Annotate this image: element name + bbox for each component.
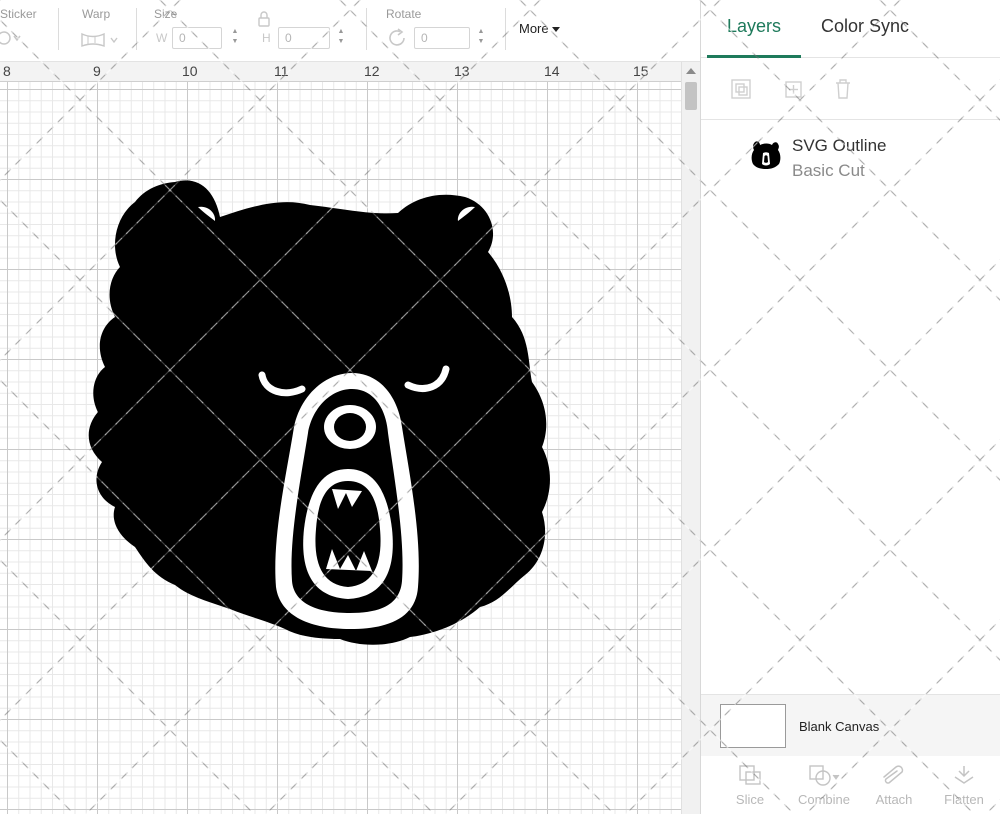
ruler-label: 15	[633, 63, 649, 79]
design-canvas[interactable]	[0, 82, 681, 814]
height-prefix: H	[262, 31, 271, 45]
ruler-label: 8	[3, 63, 11, 79]
width-input[interactable]: 0	[172, 27, 222, 49]
slice-button[interactable]: Slice	[715, 763, 785, 813]
height-stepper[interactable]: ▲ ▼	[334, 27, 348, 49]
bottom-actions-bar: Slice Combine Attach Flatten	[701, 757, 1000, 814]
layer-actions-bar	[701, 60, 1000, 120]
blank-canvas-row: Blank Canvas	[701, 694, 1000, 756]
lock-icon[interactable]	[257, 11, 271, 27]
sticker-label: Sticker	[0, 7, 37, 21]
warp-label: Warp	[82, 7, 111, 21]
toolbar-divider	[58, 8, 59, 50]
layer-operation: Basic Cut	[792, 161, 865, 180]
panel-tabs: Layers Color Sync	[701, 0, 1000, 58]
attach-label: Attach	[875, 792, 913, 807]
horizontal-ruler: 8 9 10 11 12 13 14 15	[0, 62, 681, 82]
group-icon[interactable]	[729, 77, 753, 101]
more-label: More	[519, 21, 549, 36]
scrollbar-thumb[interactable]	[685, 82, 697, 110]
toolbar-divider	[366, 8, 367, 50]
width-stepper[interactable]: ▲ ▼	[228, 27, 242, 49]
rotate-stepper[interactable]: ▲ ▼	[474, 27, 488, 49]
ruler-label: 11	[274, 63, 289, 79]
ruler-label: 9	[93, 63, 101, 79]
flatten-label: Flatten	[944, 792, 984, 807]
combine-icon	[809, 765, 840, 786]
ruler-label: 13	[454, 63, 470, 79]
delete-icon[interactable]	[831, 77, 855, 101]
duplicate-icon[interactable]	[781, 77, 805, 101]
slice-label: Slice	[735, 792, 765, 807]
tab-layers[interactable]: Layers	[727, 16, 781, 37]
sticker-toggle-icon[interactable]	[0, 30, 22, 46]
rotate-icon[interactable]	[386, 27, 408, 49]
tab-color-sync[interactable]: Color Sync	[821, 16, 909, 37]
size-label: Size	[154, 7, 178, 21]
toolbar-divider	[505, 8, 506, 50]
scroll-up-arrow-icon[interactable]	[686, 68, 696, 74]
caret-down-icon	[551, 27, 560, 33]
flatten-button[interactable]: Flatten	[929, 763, 999, 813]
attach-button[interactable]: Attach	[859, 763, 929, 813]
height-input[interactable]: 0	[278, 27, 330, 49]
blank-canvas-label: Blank Canvas	[799, 719, 880, 734]
layer-item[interactable]: SVG Outline Basic Cut	[701, 128, 1000, 188]
ruler-label: 12	[364, 63, 380, 79]
bear-head-design[interactable]	[80, 177, 630, 647]
ruler-label: 14	[544, 63, 560, 79]
layers-panel: Layers Color Sync SVG Outline Basic Cut …	[700, 0, 1000, 814]
vertical-scrollbar[interactable]	[681, 62, 700, 814]
toolbar-divider	[136, 8, 137, 50]
more-button[interactable]: More	[519, 21, 560, 36]
blank-canvas-swatch[interactable]	[720, 704, 786, 748]
slice-icon	[739, 765, 761, 785]
layer-thumbnail-bear-icon	[751, 141, 781, 169]
width-prefix: W	[156, 31, 168, 45]
ruler-label: 10	[182, 63, 198, 79]
rotate-label: Rotate	[386, 7, 422, 21]
paperclip-icon	[883, 765, 904, 784]
combine-button[interactable]: Combine	[789, 763, 859, 813]
active-tab-indicator	[707, 55, 801, 58]
edit-toolbar: Sticker Warp Size W 0 ▲▼ H 0 ▲▼ Rotate	[0, 0, 700, 62]
combine-label: Combine	[797, 792, 851, 807]
warp-icon[interactable]	[80, 31, 122, 49]
rotate-input[interactable]: 0	[414, 27, 470, 49]
flatten-icon	[954, 766, 974, 784]
layer-name: SVG Outline	[792, 136, 887, 155]
